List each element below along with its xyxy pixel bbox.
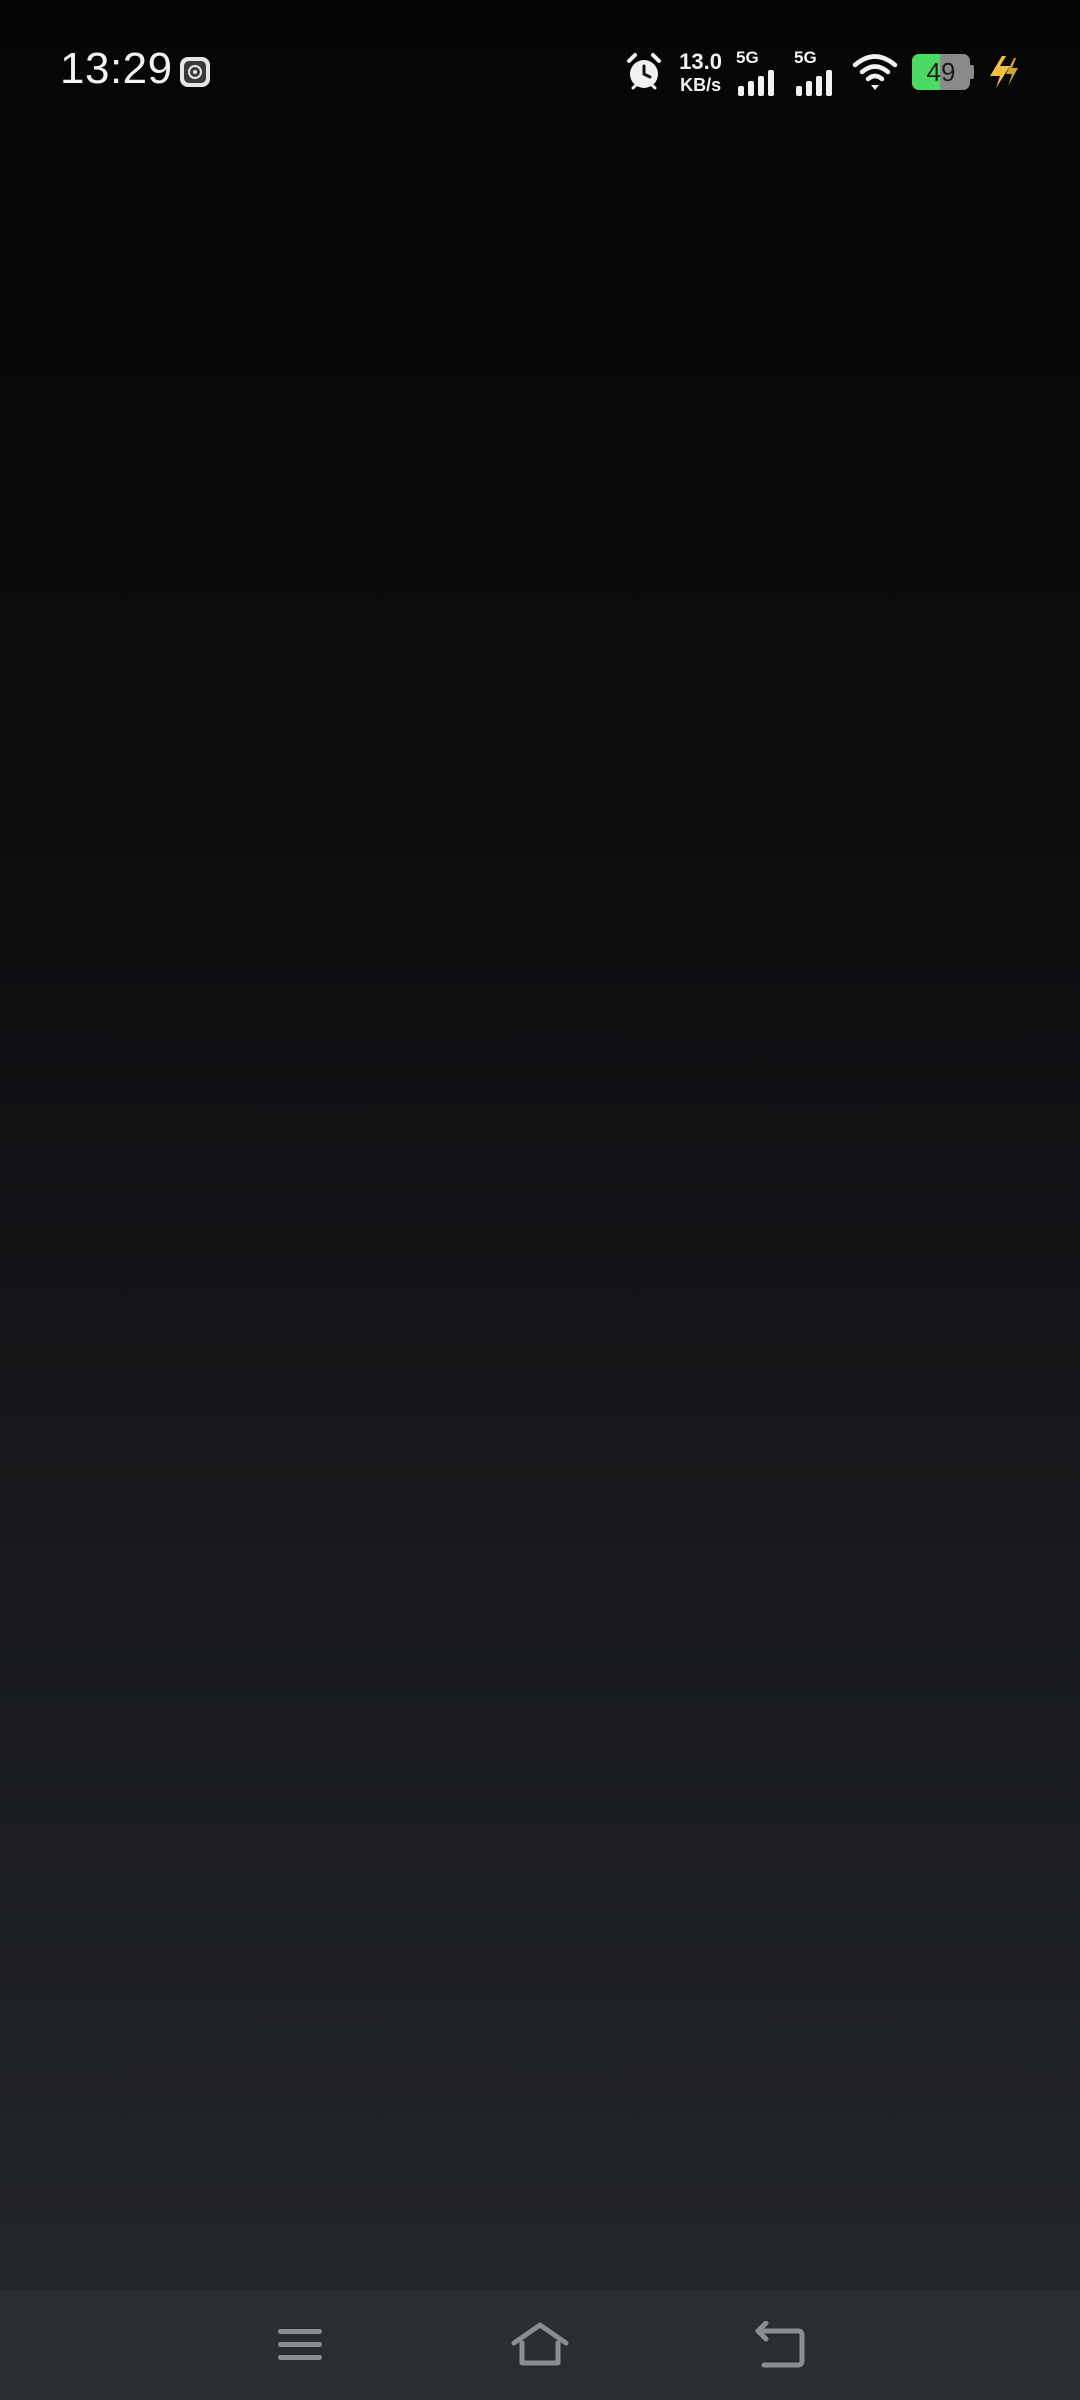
network-speed: 13.0 KB/s [679, 48, 722, 95]
back-button[interactable] [745, 2310, 815, 2380]
charging-icon [990, 56, 1018, 88]
status-bar: 13:29 13.0 KB/s 5G 5G 49 [0, 0, 1080, 140]
home-icon [511, 2322, 569, 2366]
status-icons: 13.0 KB/s 5G 5G 49 [623, 46, 1020, 98]
notification-app-icon [180, 57, 210, 87]
sim2-network-label: 5G [794, 48, 817, 67]
network-speed-value: 13.0 [679, 48, 722, 74]
network-speed-unit: KB/s [680, 74, 722, 95]
sim2-signal: 5G [794, 48, 838, 96]
navigation-bar [0, 2290, 1080, 2400]
sim1-signal: 5G [736, 48, 780, 96]
menu-icon [278, 2329, 322, 2360]
signal-icon [738, 70, 774, 96]
status-time: 13:29 [60, 44, 173, 93]
alarm-icon [627, 53, 662, 90]
sim1-network-label: 5G [736, 48, 759, 67]
signal-icon [796, 70, 832, 96]
home-button[interactable] [505, 2310, 575, 2380]
back-icon [755, 2321, 805, 2368]
screen: 13:29 13.0 KB/s 5G 5G 49 [0, 0, 1080, 2400]
recent-apps-button[interactable] [265, 2310, 335, 2380]
battery-icon: 49 [912, 54, 974, 90]
battery-level: 49 [926, 57, 956, 87]
wifi-icon [852, 54, 898, 90]
